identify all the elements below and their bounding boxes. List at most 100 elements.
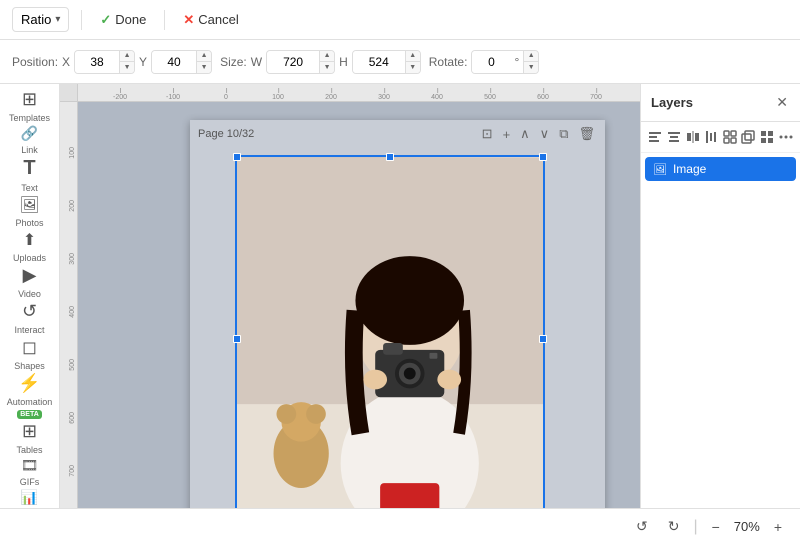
uploads-label: Uploads bbox=[13, 253, 46, 263]
sidebar-item-charts[interactable]: 📊 Charts BETA bbox=[4, 489, 56, 508]
ruler-h-mark: 700 bbox=[590, 94, 602, 101]
layers-header: Layers ✕ bbox=[641, 84, 800, 122]
sidebar-item-tables[interactable]: ⊞ Tables bbox=[4, 421, 56, 455]
redo-button[interactable]: ↻ bbox=[662, 514, 686, 539]
image-svg bbox=[237, 157, 543, 508]
y-input-wrap: ▲ ▼ bbox=[151, 50, 212, 74]
sidebar-item-shapes[interactable]: ◻ Shapes bbox=[4, 337, 56, 371]
sidebar-item-link[interactable]: 🔗 Link bbox=[4, 125, 56, 155]
layer-tool-8[interactable] bbox=[777, 126, 794, 148]
ruler-v-mark: 300 bbox=[69, 253, 76, 265]
layer-item-image[interactable]: 🖼 Image bbox=[645, 157, 796, 181]
ruler-corner bbox=[60, 84, 78, 102]
gifs-icon: 🎞 bbox=[21, 457, 39, 474]
layer-image-icon: 🖼 bbox=[653, 163, 667, 176]
interact-label: Interact bbox=[14, 325, 44, 335]
w-input[interactable] bbox=[267, 51, 319, 73]
w-down-button[interactable]: ▼ bbox=[320, 62, 334, 73]
zoom-in-button[interactable]: + bbox=[768, 515, 788, 539]
ruler-v-mark: 100 bbox=[69, 147, 76, 159]
rotate-label: Rotate: bbox=[429, 55, 468, 69]
layer-tool-2[interactable] bbox=[666, 126, 683, 148]
page-down-icon[interactable]: ∨ bbox=[538, 124, 552, 144]
handle-middle-left[interactable] bbox=[233, 335, 241, 343]
size-group: Size: W ▲ ▼ H ▲ ▼ bbox=[220, 50, 421, 74]
sidebar-item-text[interactable]: T Text bbox=[4, 157, 56, 193]
rotate-spinners: ▲ ▼ bbox=[523, 51, 538, 73]
ratio-dropdown[interactable]: Ratio ▾ bbox=[12, 7, 69, 32]
layer-tool-4[interactable] bbox=[703, 126, 720, 148]
w-up-button[interactable]: ▲ bbox=[320, 51, 334, 62]
more-icon bbox=[779, 130, 793, 144]
page-add-icon[interactable]: + bbox=[501, 125, 513, 144]
layers-list: 🖼 Image bbox=[641, 153, 800, 508]
layer-tool-6[interactable] bbox=[740, 126, 757, 148]
sidebar-item-uploads[interactable]: ⬆ Uploads bbox=[4, 230, 56, 263]
sidebar-item-photos[interactable]: 🖼 Photos bbox=[4, 195, 56, 228]
h-down-button[interactable]: ▼ bbox=[406, 62, 420, 73]
done-button[interactable]: ✓ Done bbox=[94, 8, 152, 32]
canvas-area[interactable]: -200 -100 0 100 200 300 400 500 600 700 … bbox=[60, 84, 640, 508]
automation-beta-badge: BETA bbox=[17, 410, 42, 419]
zoom-in-icon: + bbox=[774, 519, 782, 535]
sidebar-item-automation[interactable]: ⚡ Automation BETA bbox=[4, 373, 56, 419]
ruler-v-mark: 500 bbox=[69, 359, 76, 371]
automation-icon: ⚡ bbox=[18, 373, 40, 394]
layer-tool-1[interactable] bbox=[647, 126, 664, 148]
undo-button[interactable]: ↺ bbox=[630, 514, 654, 539]
layers-panel: Layers ✕ bbox=[640, 84, 800, 508]
rotate-input[interactable] bbox=[472, 51, 510, 73]
xmark-icon: ✕ bbox=[183, 12, 194, 28]
arrange-icon bbox=[741, 130, 755, 144]
cancel-button[interactable]: ✕ Cancel bbox=[177, 8, 244, 32]
ruler-vertical: 100 200 300 400 500 600 700 bbox=[60, 102, 78, 508]
bottom-bar: ↺ ↻ | − 70% + bbox=[0, 508, 800, 544]
page-up-icon[interactable]: ∧ bbox=[518, 124, 532, 144]
ruler-v-mark: 700 bbox=[69, 465, 76, 477]
handle-top-left[interactable] bbox=[233, 153, 241, 161]
rotate-up-button[interactable]: ▲ bbox=[524, 51, 538, 62]
handle-top-right[interactable] bbox=[539, 153, 547, 161]
layers-close-button[interactable]: ✕ bbox=[774, 92, 790, 113]
y-input[interactable] bbox=[152, 51, 196, 73]
align-center-icon bbox=[667, 130, 681, 144]
zoom-value-label: 70% bbox=[734, 519, 760, 534]
ruler-v-mark: 600 bbox=[69, 412, 76, 424]
image-element[interactable] bbox=[235, 155, 545, 508]
sidebar-item-gifs[interactable]: 🎞 GIFs bbox=[4, 457, 56, 487]
sidebar-item-templates[interactable]: ⊞ Templates bbox=[4, 89, 56, 123]
handle-middle-right[interactable] bbox=[539, 335, 547, 343]
pos-toolbar: Position: X ▲ ▼ Y ▲ ▼ Size: W ▲ ▼ bbox=[0, 40, 800, 84]
handle-top-middle[interactable] bbox=[386, 153, 394, 161]
y-down-button[interactable]: ▼ bbox=[197, 62, 211, 73]
layers-toolbar bbox=[641, 122, 800, 153]
x-input[interactable] bbox=[75, 51, 119, 73]
page-copy-icon[interactable]: ⊡ bbox=[480, 124, 495, 144]
layer-tool-5[interactable] bbox=[722, 126, 739, 148]
w-label: W bbox=[251, 55, 262, 69]
zoom-out-button[interactable]: − bbox=[706, 515, 726, 539]
sidebar-item-video[interactable]: ▶ Video bbox=[4, 265, 56, 299]
x-down-button[interactable]: ▼ bbox=[120, 62, 134, 73]
rotate-down-button[interactable]: ▼ bbox=[524, 62, 538, 73]
y-up-button[interactable]: ▲ bbox=[197, 51, 211, 62]
rotate-group: Rotate: ° ▲ ▼ bbox=[429, 50, 540, 74]
layer-tool-7[interactable] bbox=[759, 126, 776, 148]
grid-icon bbox=[760, 130, 774, 144]
layer-tool-3[interactable] bbox=[684, 126, 701, 148]
main-area: ⊞ Templates 🔗 Link T Text 🖼 Photos ⬆ Upl… bbox=[0, 84, 800, 508]
toolbar-divider-2 bbox=[164, 10, 165, 30]
x-up-button[interactable]: ▲ bbox=[120, 51, 134, 62]
page-delete-icon[interactable]: 🗑 bbox=[576, 124, 597, 144]
page-duplicate-icon[interactable]: ⧉ bbox=[557, 124, 570, 144]
ruler-horizontal: -200 -100 0 100 200 300 400 500 600 700 … bbox=[78, 84, 640, 102]
text-icon: T bbox=[23, 157, 35, 180]
h-up-button[interactable]: ▲ bbox=[406, 51, 420, 62]
top-toolbar: Ratio ▾ ✓ Done ✕ Cancel bbox=[0, 0, 800, 40]
h-input[interactable] bbox=[353, 51, 405, 73]
h-label: H bbox=[339, 55, 348, 69]
automation-label: Automation bbox=[7, 397, 53, 407]
degree-symbol: ° bbox=[510, 55, 523, 69]
sidebar-item-interact[interactable]: ↺ Interact bbox=[4, 301, 56, 335]
zoom-separator: | bbox=[693, 518, 697, 536]
